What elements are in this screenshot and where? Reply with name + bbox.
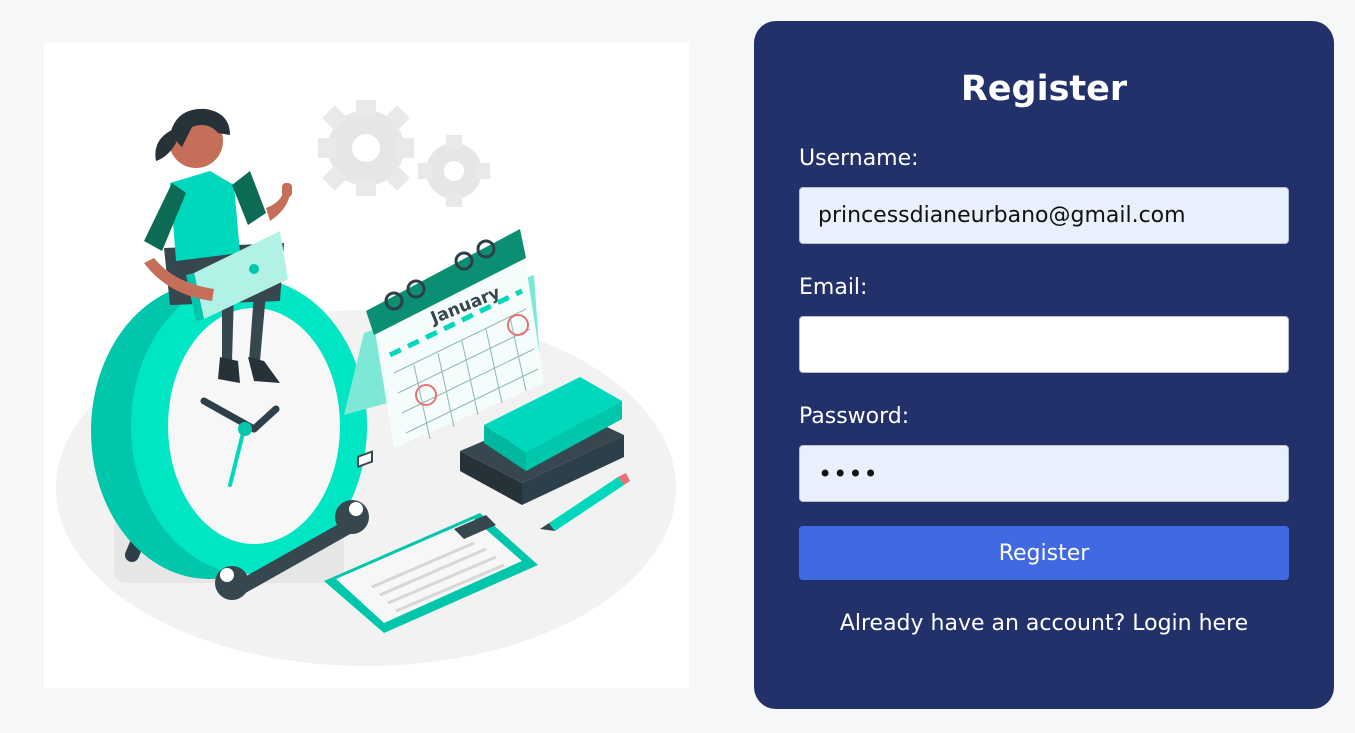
register-page: January Register Username: princessdiane… (0, 0, 1355, 733)
email-label: Email: (799, 275, 868, 300)
illustration: January (44, 43, 689, 688)
login-prompt-text: Already have an account? (839, 611, 1126, 636)
gear-icon (418, 135, 490, 207)
login-link[interactable]: Login here (1132, 611, 1248, 636)
register-title: Register (960, 69, 1128, 109)
register-card: Register Username: Email: Password: Regi… (754, 21, 1334, 709)
email-input[interactable] (799, 316, 1289, 373)
register-button[interactable]: Register (799, 526, 1289, 580)
username-label: Username: (799, 146, 919, 171)
password-input[interactable] (799, 445, 1289, 502)
scheduling-illustration: January (56, 100, 676, 666)
username-input[interactable] (799, 187, 1289, 244)
password-label: Password: (799, 404, 910, 429)
login-prompt: Already have an account? Login here (754, 609, 1334, 639)
gear-icon (318, 100, 414, 196)
